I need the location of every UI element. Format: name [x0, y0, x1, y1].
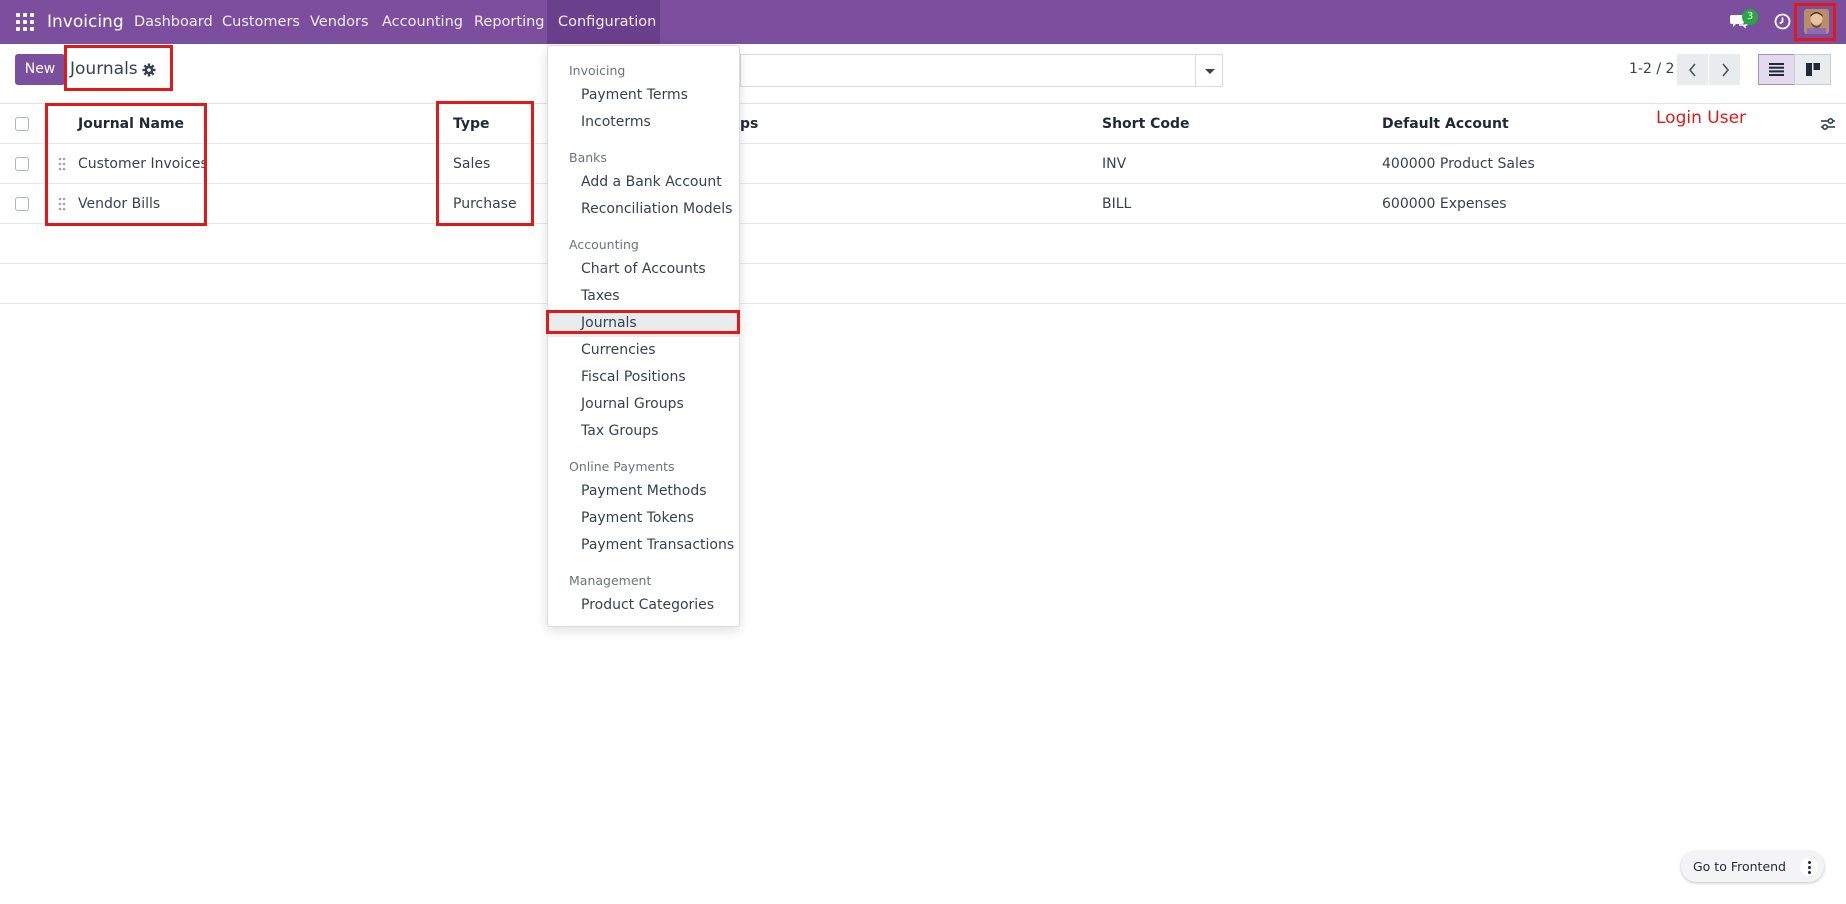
top-navbar: Invoicing Dashboard Customers Vendors Ac…: [0, 0, 1846, 44]
menu-item-taxes[interactable]: Taxes: [548, 283, 739, 310]
section-header-management: Management: [569, 573, 652, 588]
cell-default-account: 400000 Product Sales: [1382, 156, 1535, 172]
section-header-invoicing: Invoicing: [569, 63, 626, 78]
menu-customers[interactable]: Customers: [214, 0, 308, 44]
row-checkbox[interactable]: [15, 157, 29, 171]
page-title: Journals: [70, 59, 138, 79]
clock-icon[interactable]: [1774, 13, 1791, 30]
menu-vendors[interactable]: Vendors: [302, 0, 377, 44]
row-checkbox[interactable]: [15, 197, 29, 211]
user-avatar[interactable]: [1804, 9, 1829, 34]
menu-item-payment-transactions[interactable]: Payment Transactions: [548, 532, 739, 559]
kebab-menu-icon[interactable]: [1800, 858, 1818, 876]
drag-handle-icon[interactable]: [58, 157, 66, 171]
pager-next-button[interactable]: [1709, 54, 1740, 85]
table-header-row: Journal Name Type ps Short Code Default …: [0, 104, 1846, 144]
kanban-view-icon: [1806, 63, 1820, 76]
apps-grid-icon[interactable]: [16, 13, 34, 31]
menu-item-fiscal-positions[interactable]: Fiscal Positions: [548, 364, 739, 391]
drag-handle-icon[interactable]: [58, 197, 66, 211]
menu-reporting[interactable]: Reporting: [466, 0, 553, 44]
chevron-left-icon: [1688, 63, 1696, 77]
configuration-dropdown-menu: Invoicing Payment Terms Incoterms Banks …: [547, 45, 740, 627]
pager-previous-button[interactable]: [1677, 54, 1708, 85]
chat-count-badge: 3: [1742, 9, 1758, 25]
cell-short-code: INV: [1102, 156, 1127, 172]
column-header-short-code[interactable]: Short Code: [1102, 104, 1190, 144]
menu-item-journal-groups[interactable]: Journal Groups: [548, 391, 739, 418]
menu-accounting[interactable]: Accounting: [374, 0, 471, 44]
new-button[interactable]: New: [15, 54, 65, 85]
table-row[interactable]: Vendor Bills Purchase BILL 600000 Expens…: [0, 184, 1846, 224]
cell-type: Purchase: [453, 196, 517, 212]
select-all-checkbox[interactable]: [15, 117, 29, 131]
menu-item-incoterms[interactable]: Incoterms: [548, 109, 739, 136]
menu-item-payment-terms[interactable]: Payment Terms: [548, 82, 739, 109]
menu-configuration[interactable]: Configuration: [547, 0, 660, 44]
optional-columns-icon[interactable]: [1820, 117, 1836, 131]
menu-item-journals[interactable]: Journals: [548, 310, 739, 337]
go-to-frontend-label[interactable]: Go to Frontend: [1693, 851, 1786, 882]
chevron-right-icon: [1722, 63, 1730, 77]
gear-icon[interactable]: [142, 63, 156, 77]
cell-journal-name: Customer Invoices: [78, 156, 208, 172]
go-to-frontend-widget[interactable]: Go to Frontend: [1681, 851, 1824, 882]
kanban-view-button[interactable]: [1794, 54, 1831, 85]
section-header-banks: Banks: [569, 150, 607, 165]
app-brand[interactable]: Invoicing: [47, 0, 124, 44]
annotation-label-login-user: Login User: [1656, 108, 1747, 128]
column-header-journal-name[interactable]: Journal Name: [78, 104, 184, 144]
menu-item-reconciliation-models[interactable]: Reconciliation Models: [548, 196, 739, 223]
cell-type: Sales: [453, 156, 491, 172]
menu-item-product-categories[interactable]: Product Categories: [548, 592, 739, 619]
table-row[interactable]: Customer Invoices Sales INV 400000 Produ…: [0, 144, 1846, 184]
column-header-default-account[interactable]: Default Account: [1382, 104, 1509, 144]
menu-item-add-bank-account[interactable]: Add a Bank Account: [548, 169, 739, 196]
cell-default-account: 600000 Expenses: [1382, 196, 1507, 212]
cell-short-code: BILL: [1102, 196, 1132, 212]
caret-down-icon: [1205, 69, 1215, 74]
empty-row: [0, 224, 1846, 264]
list-view-button[interactable]: [1758, 54, 1795, 85]
section-header-online-payments: Online Payments: [569, 459, 675, 474]
menu-item-currencies[interactable]: Currencies: [548, 337, 739, 364]
column-header-type[interactable]: Type: [453, 104, 490, 144]
menu-item-chart-of-accounts[interactable]: Chart of Accounts: [548, 256, 739, 283]
column-header-journal-groups[interactable]: ps: [740, 104, 758, 144]
empty-row: [0, 264, 1846, 304]
cell-journal-name: Vendor Bills: [78, 196, 161, 212]
menu-dashboard[interactable]: Dashboard: [126, 0, 221, 44]
menu-item-tax-groups[interactable]: Tax Groups: [548, 418, 739, 445]
control-panel: New Journals 1-2 / 2: [0, 44, 1846, 104]
menu-item-payment-tokens[interactable]: Payment Tokens: [548, 505, 739, 532]
menu-item-payment-methods[interactable]: Payment Methods: [548, 478, 739, 505]
list-view-icon: [1769, 63, 1784, 76]
pager-value[interactable]: 1-2 / 2: [1629, 61, 1674, 77]
search-options-toggle[interactable]: [1195, 54, 1223, 87]
section-header-accounting: Accounting: [569, 237, 639, 252]
search-input[interactable]: [740, 54, 1195, 87]
